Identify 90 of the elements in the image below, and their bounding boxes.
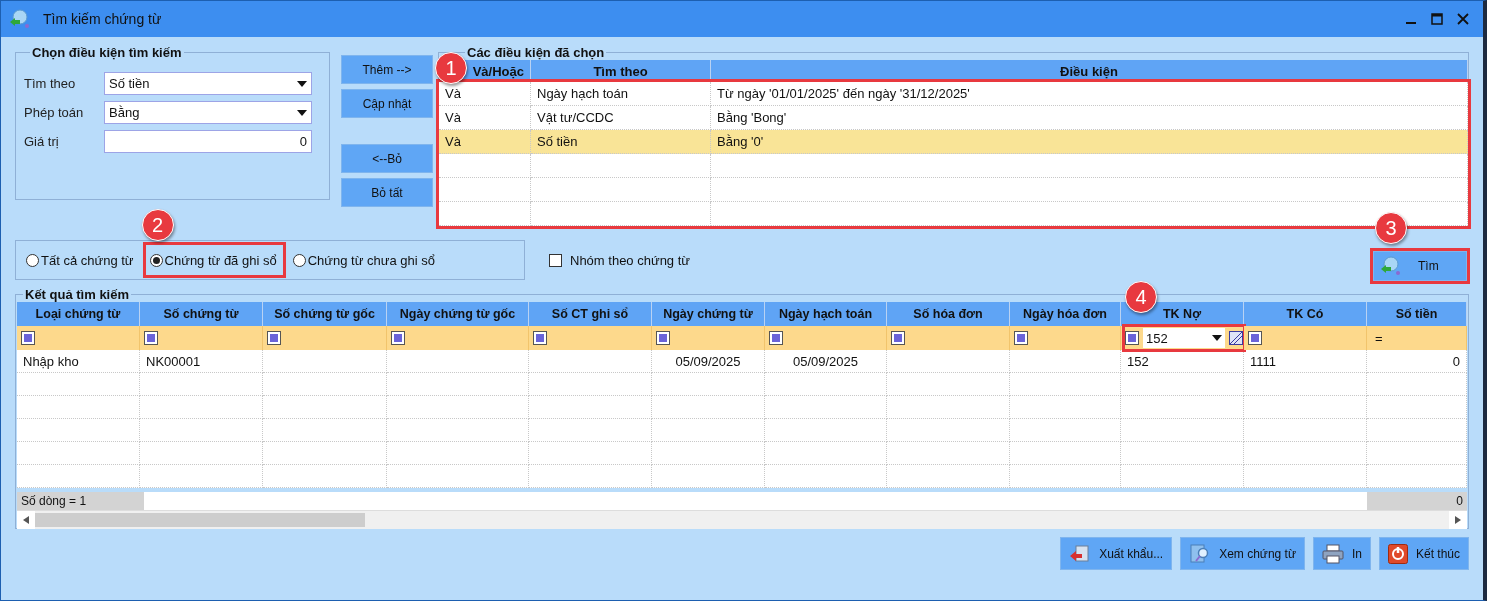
field-label: Giá trị xyxy=(24,134,60,149)
filter-icon xyxy=(144,331,158,345)
column-header[interactable]: Số hóa đơn xyxy=(887,302,1010,326)
column-header[interactable]: Số chứng từ xyxy=(140,302,263,326)
column-header[interactable]: Ngày hóa đơn xyxy=(1010,302,1121,326)
toolbar-button[interactable]: Xem chứng từ xyxy=(1180,537,1305,570)
group-title: Các điều kiện đã chọn xyxy=(466,45,606,60)
clear-filter-icon[interactable] xyxy=(1229,331,1243,345)
table-cell: NK00001 xyxy=(140,350,263,373)
checkbox-option[interactable]: Nhóm theo chứng từ xyxy=(543,251,697,269)
close-icon[interactable] xyxy=(1457,13,1469,25)
table-cell[interactable]: Bằng '0' xyxy=(711,130,1468,154)
filter-icon xyxy=(891,331,905,345)
column-header[interactable]: Số CT ghi sổ xyxy=(529,302,652,326)
table-cell[interactable]: Và xyxy=(439,130,531,154)
step-badge: 4 xyxy=(1125,281,1157,313)
caret-icon xyxy=(297,109,307,116)
caret-icon xyxy=(297,80,307,87)
radio-option[interactable]: Tất cả chứng từ xyxy=(22,245,140,275)
filter-icon xyxy=(769,331,783,345)
step-badge: 1 xyxy=(435,52,467,84)
table-cell: 1111 xyxy=(1244,350,1367,373)
action-button[interactable]: Bỏ tất xyxy=(341,178,433,207)
table-cell[interactable] xyxy=(711,178,1468,202)
table-cell[interactable]: Ngày hạch toán xyxy=(531,82,711,106)
toolbar-button[interactable]: Kết thúc xyxy=(1378,537,1469,570)
window-title: Tìm kiếm chứng từ xyxy=(43,11,163,27)
filter-icon xyxy=(1248,331,1262,345)
dropdown-field[interactable]: Số tiền xyxy=(104,72,312,95)
column-header: Điều kiện xyxy=(711,60,1468,82)
field-label: Phép toán xyxy=(24,105,85,120)
column-header[interactable]: Số chứng từ gốc xyxy=(263,302,387,326)
globe-arrow-icon xyxy=(1380,256,1402,276)
radio-button[interactable] xyxy=(26,253,39,267)
table-cell[interactable] xyxy=(531,154,711,178)
field-label: Tìm theo xyxy=(24,76,77,91)
step-badge: 2 xyxy=(141,209,174,241)
total-amount: 0 xyxy=(1367,492,1467,510)
filter-icon xyxy=(1125,331,1139,345)
scroll-right-icon[interactable] xyxy=(1455,516,1461,524)
export-icon xyxy=(1069,543,1092,564)
table-cell[interactable] xyxy=(439,202,531,226)
radio-button[interactable] xyxy=(149,253,163,267)
radio-option[interactable]: Chứng từ chưa ghi sổ xyxy=(288,245,441,275)
table-cell: 05/09/2025 xyxy=(652,350,765,373)
column-header[interactable]: Số tiền xyxy=(1367,302,1467,326)
column-header[interactable]: Ngày chứng từ gốc xyxy=(387,302,529,326)
caret-icon xyxy=(1212,335,1222,341)
table-cell: Nhập kho xyxy=(17,350,140,373)
column-header[interactable]: Loại chứng từ xyxy=(17,302,140,326)
row-count: Số dòng = 1 xyxy=(17,492,144,510)
group-title: Chọn điều kiện tìm kiếm xyxy=(31,45,183,60)
dropdown-field[interactable]: Bằng xyxy=(104,101,312,124)
filter-icon xyxy=(1014,331,1028,345)
action-button[interactable]: Cập nhật xyxy=(341,89,433,118)
toolbar-button[interactable]: In xyxy=(1312,537,1371,570)
table-cell[interactable] xyxy=(439,154,531,178)
group-title: Kết quả tìm kiếm xyxy=(24,287,131,302)
maximize-icon[interactable] xyxy=(1431,13,1443,25)
table-cell: 05/09/2025 xyxy=(765,350,887,373)
scroll-left-icon[interactable] xyxy=(23,516,29,524)
action-button[interactable]: Thêm --> xyxy=(341,55,433,84)
filter-icon xyxy=(267,331,281,345)
table-cell[interactable]: Và xyxy=(439,82,531,106)
table-cell[interactable] xyxy=(711,154,1468,178)
table-cell[interactable] xyxy=(439,178,531,202)
filter-icon xyxy=(656,331,670,345)
table-cell[interactable]: Số tiền xyxy=(531,130,711,154)
toolbar-button[interactable]: Xuất khẩu... xyxy=(1060,537,1173,570)
filter-operator[interactable]: = xyxy=(1371,330,1383,346)
checkbox[interactable] xyxy=(549,253,562,267)
filter-icon xyxy=(533,331,547,345)
column-header[interactable]: Ngày hạch toán xyxy=(765,302,887,326)
table-cell: 152 xyxy=(1121,350,1244,373)
printer-icon xyxy=(1321,543,1344,564)
column-header: Tìm theo xyxy=(531,60,711,82)
radio-button[interactable] xyxy=(292,253,306,267)
table-cell: 0 xyxy=(1367,350,1467,373)
input-field[interactable]: 0 xyxy=(104,130,312,153)
action-button[interactable]: <--Bỏ xyxy=(341,144,433,173)
table-cell[interactable]: Từ ngày '01/01/2025' đến ngày '31/12/2025' xyxy=(711,82,1468,106)
horizontal-scrollbar[interactable] xyxy=(17,510,1467,529)
column-header[interactable]: TK Có xyxy=(1244,302,1367,326)
power-icon xyxy=(1387,543,1408,564)
table-cell[interactable] xyxy=(531,178,711,202)
filter-icon xyxy=(21,331,35,345)
table-cell[interactable] xyxy=(531,202,711,226)
filter-icon xyxy=(391,331,405,345)
column-header[interactable]: Ngày chứng từ xyxy=(652,302,765,326)
globe-arrow-icon xyxy=(9,9,31,29)
